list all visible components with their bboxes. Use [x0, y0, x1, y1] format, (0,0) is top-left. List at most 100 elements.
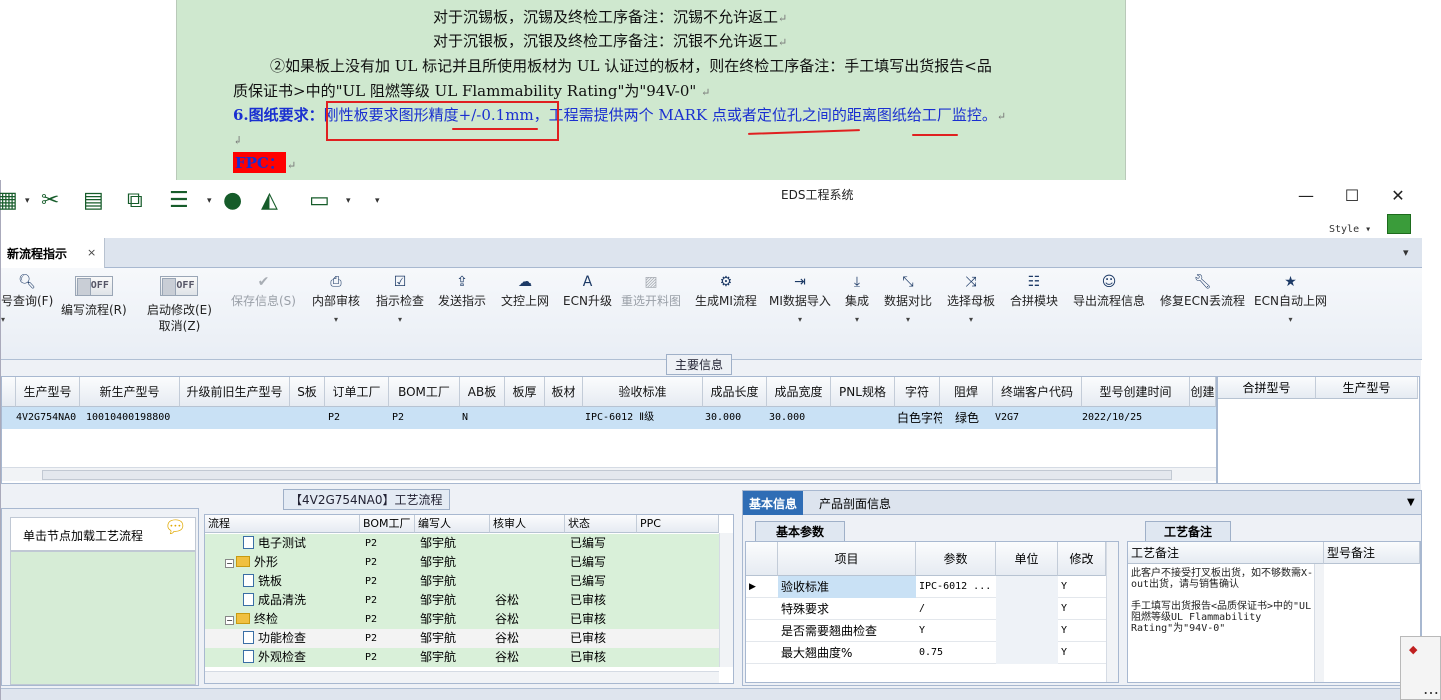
col-header[interactable]: BOM工厂: [360, 515, 415, 533]
col-header[interactable]: 单位: [996, 542, 1058, 576]
col-header[interactable]: 板厚: [505, 377, 545, 407]
col-header[interactable]: 终端客户代码: [993, 377, 1082, 407]
chevron-down-icon[interactable]: ▾: [207, 196, 212, 206]
col-header[interactable]: 型号备注: [1324, 542, 1420, 564]
send-instruction-button[interactable]: ⇪ 发送指示: [438, 271, 486, 309]
table-row[interactable]: ▶ 验收标准 IPC-6012 ... Y: [746, 576, 1106, 598]
internal-review-button[interactable]: ⎙ 内部审核 ▾: [312, 271, 360, 324]
table-cell[interactable]: 白色字符: [897, 407, 942, 429]
scrollbar-thumb[interactable]: [42, 470, 1172, 480]
col-header[interactable]: 合拼型号: [1218, 377, 1316, 399]
tab-process-notes[interactable]: 工艺备注: [1145, 521, 1231, 541]
select-master-button[interactable]: ⤨ 选择母板 ▾: [947, 271, 995, 324]
table-cell[interactable]: P2: [328, 407, 388, 429]
table-cell[interactable]: N: [462, 407, 502, 429]
table-cell[interactable]: 10010400198800: [86, 407, 180, 429]
tree-row[interactable]: 铣板 P2 邹宇航 已编写: [205, 572, 719, 591]
col-header[interactable]: 成品宽度: [767, 377, 831, 407]
start-modify-button[interactable]: OFF 启动修改(E) 取消(Z): [147, 276, 212, 334]
scissors-icon[interactable]: ✂: [41, 188, 59, 213]
table-cell[interactable]: 30.000: [769, 407, 831, 429]
reselect-cut-button[interactable]: ▨ 重选开料图: [621, 271, 681, 309]
data-compare-button[interactable]: ⤡ 数据对比 ▾: [884, 271, 932, 324]
tree-row[interactable]: 功能检查 P2 邹宇航 谷松 已审核: [205, 629, 719, 648]
customize-quick-access-icon[interactable]: ▾: [375, 196, 380, 206]
col-header[interactable]: 参数: [916, 542, 996, 576]
user-icon[interactable]: ●: [223, 188, 242, 213]
horizontal-scrollbar[interactable]: [2, 467, 1216, 481]
save-info-button[interactable]: ✔ 保存信息(S): [231, 271, 296, 309]
instruction-check-button[interactable]: ☑ 指示检查 ▾: [376, 271, 424, 324]
merge-module-button[interactable]: ☷ 合拼模块: [1010, 271, 1058, 309]
film-icon[interactable]: ▤: [83, 188, 104, 213]
export-flow-button[interactable]: ☺ 导出流程信息: [1073, 271, 1145, 309]
table-row[interactable]: 最大翘曲度% 0.75 Y: [746, 642, 1106, 664]
col-header[interactable]: 生产型号: [16, 377, 80, 407]
table-cell[interactable]: 30.000: [705, 407, 767, 429]
collapse-icon[interactable]: −: [225, 559, 234, 568]
query-button[interactable]: 🔍︎ 号查询(F) ▾: [1, 271, 53, 324]
tab-close-icon[interactable]: ×: [87, 246, 96, 259]
ecn-auto-upload-button[interactable]: ★ ECN自动上网 ▾: [1254, 271, 1327, 324]
maximize-button[interactable]: ☐: [1337, 186, 1367, 205]
tab-basic-info[interactable]: 基本信息: [743, 491, 804, 515]
col-header[interactable]: 订单工厂: [325, 377, 389, 407]
col-header[interactable]: AB板: [460, 377, 505, 407]
col-header[interactable]: 字符: [895, 377, 940, 407]
col-header[interactable]: PPC: [637, 515, 719, 533]
vertical-scrollbar[interactable]: [1106, 542, 1118, 682]
col-header[interactable]: 核审人: [490, 515, 565, 533]
col-header[interactable]: 修改: [1058, 542, 1106, 576]
ecn-upgrade-button[interactable]: A ECN升级: [563, 271, 612, 309]
table-cell[interactable]: P2: [392, 407, 452, 429]
col-header[interactable]: 流程: [205, 515, 360, 533]
table-row[interactable]: 是否需要翘曲检查 Y Y: [746, 620, 1106, 642]
list-icon[interactable]: ☰: [169, 188, 189, 213]
col-header[interactable]: S板: [290, 377, 325, 407]
tab-basic-params[interactable]: 基本参数: [755, 521, 845, 541]
notification-popup[interactable]: ◆ …: [1400, 636, 1441, 700]
minimize-button[interactable]: —: [1291, 186, 1321, 205]
grid-icon[interactable]: ▦: [0, 188, 18, 213]
monitor-icon[interactable]: ▭: [309, 188, 330, 213]
collapse-icon[interactable]: −: [225, 616, 234, 625]
col-header[interactable]: 型号创建时间: [1082, 377, 1190, 407]
table-cell[interactable]: 2022/10/25: [1082, 407, 1188, 429]
col-header[interactable]: 创建: [1190, 377, 1216, 407]
col-header[interactable]: 成品长度: [703, 377, 767, 407]
table-cell[interactable]: 4V2G754NA0: [16, 407, 80, 429]
office-style-icon[interactable]: [1387, 214, 1411, 234]
tab-list-dropdown-icon[interactable]: ▾: [1403, 246, 1409, 259]
chevron-down-icon[interactable]: ▾: [346, 196, 351, 206]
cancel-button[interactable]: 取消(Z): [147, 318, 212, 334]
chart-icon[interactable]: ◭: [261, 188, 278, 213]
col-header[interactable]: 升级前旧生产型号: [180, 377, 290, 407]
tree-row[interactable]: − 外形 P2 邹宇航 已编写: [205, 553, 719, 572]
style-dropdown[interactable]: Style ▾: [1329, 224, 1371, 235]
tree-row[interactable]: 成品清洗 P2 邹宇航 谷松 已审核: [205, 591, 719, 610]
col-header[interactable]: 编写人: [415, 515, 490, 533]
col-header[interactable]: BOM工厂: [389, 377, 460, 407]
chevron-down-icon[interactable]: ▾: [25, 196, 30, 206]
tab-product-profile[interactable]: 产品剖面信息: [819, 495, 891, 512]
chevron-down-icon[interactable]: ▼: [1407, 497, 1415, 508]
col-header[interactable]: 新生产型号: [80, 377, 180, 407]
tree-row[interactable]: 外观检查 P2 邹宇航 谷松 已审核: [205, 648, 719, 667]
col-header[interactable]: 验收标准: [583, 377, 703, 407]
col-header[interactable]: 状态: [565, 515, 637, 533]
horizontal-scrollbar[interactable]: [205, 671, 719, 683]
generate-mi-flow-button[interactable]: ⚙ 生成MI流程: [695, 271, 757, 309]
edit-flow-toggle[interactable]: OFF: [74, 276, 113, 296]
start-modify-toggle[interactable]: OFF: [160, 276, 199, 296]
clipboard-icon[interactable]: ⧉: [127, 188, 143, 213]
col-header[interactable]: 生产型号: [1316, 377, 1418, 399]
doc-upload-button[interactable]: ☁ 文控上网: [501, 271, 549, 309]
table-row[interactable]: 特殊要求 / Y: [746, 598, 1106, 620]
table-cell[interactable]: 绿色: [955, 407, 993, 429]
col-header[interactable]: 阻焊: [940, 377, 993, 407]
vertical-scrollbar[interactable]: [719, 533, 733, 667]
fix-ecn-button[interactable]: 🔧︎ 修复ECN丢流程: [1160, 271, 1245, 309]
integrate-button[interactable]: ⤓ 集成 ▾: [845, 271, 869, 324]
col-header[interactable]: 工艺备注: [1128, 542, 1324, 564]
vertical-scrollbar[interactable]: [1314, 564, 1324, 682]
